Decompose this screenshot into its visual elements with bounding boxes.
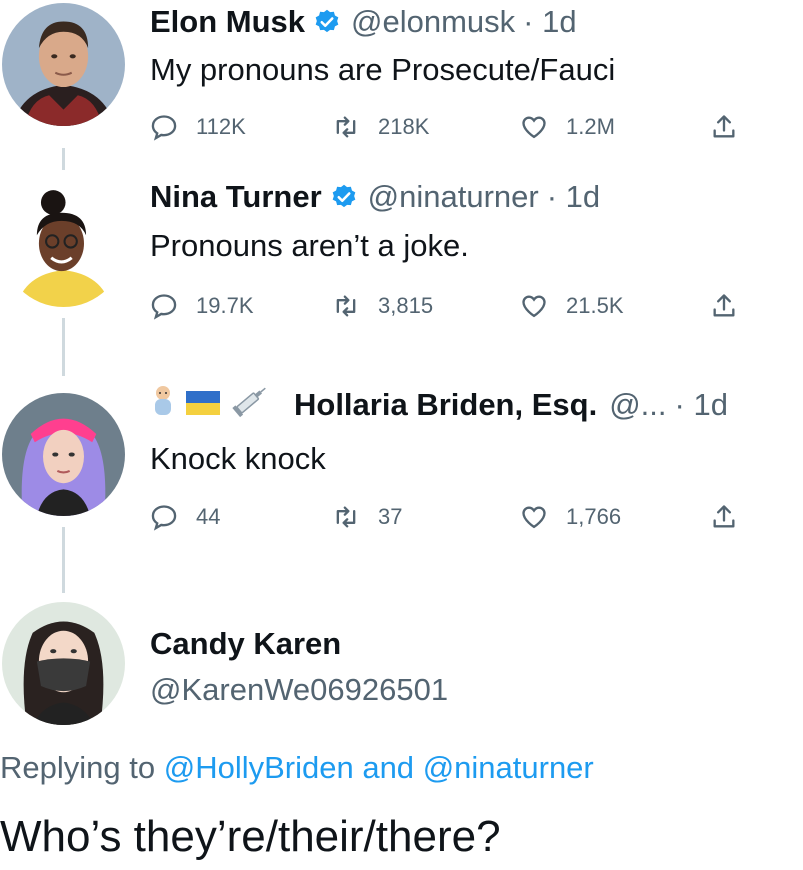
- replying-prefix: Replying to: [0, 750, 156, 785]
- user-name[interactable]: Elon Musk: [150, 4, 305, 40]
- tweet-header: Elon Musk @elonmusk · 1d: [150, 0, 577, 44]
- like-count: 1.2M: [566, 114, 615, 139]
- avatar[interactable]: [2, 184, 125, 307]
- verified-badge-icon: [313, 8, 341, 36]
- tweet-time[interactable]: · 1d: [523, 4, 576, 40]
- user-name[interactable]: Candy Karen: [150, 626, 341, 662]
- tweet-actions: 112K 218K 1.2M: [150, 113, 750, 149]
- tweet-text: My pronouns are Prosecute/Fauci: [150, 52, 616, 87]
- reply-icon: [151, 505, 177, 531]
- name-emojis: [150, 384, 280, 426]
- tweet-actions: 19.7K 3,815 21.5K: [150, 292, 750, 328]
- like-button[interactable]: 21.5K: [520, 292, 624, 320]
- retweet-icon: [336, 116, 356, 138]
- reply-button[interactable]: 44: [150, 503, 220, 531]
- ukraine-flag-icon: [186, 387, 220, 423]
- tweet-header: Nina Turner @ninaturner · 1d: [150, 175, 600, 219]
- reply-icon: [151, 115, 177, 141]
- retweet-icon: [336, 506, 356, 528]
- share-icon: [713, 294, 735, 317]
- user-handle[interactable]: @elonmusk: [351, 4, 515, 40]
- retweet-count: 218K: [378, 114, 430, 139]
- replying-to: Replying to @HollyBriden and @ninaturner: [0, 750, 594, 786]
- retweet-button[interactable]: 218K: [332, 113, 429, 141]
- thread-line: [62, 527, 65, 593]
- user-handle[interactable]: @ninaturner: [368, 179, 539, 215]
- thread-line: [62, 148, 65, 170]
- like-button[interactable]: 1.2M: [520, 113, 615, 141]
- heart-icon: [522, 116, 546, 139]
- heart-icon: [522, 295, 546, 318]
- tweet-text: Pronouns aren’t a joke.: [150, 228, 469, 263]
- mention-joiner: and: [362, 750, 415, 785]
- reply-button[interactable]: 19.7K: [150, 292, 254, 320]
- reply-button[interactable]: 112K: [150, 113, 246, 141]
- thread-line: [62, 318, 65, 376]
- like-count: 21.5K: [566, 293, 624, 318]
- share-button[interactable]: [710, 292, 756, 320]
- avatar[interactable]: [2, 3, 125, 126]
- like-button[interactable]: 1,766: [520, 503, 621, 531]
- heart-icon: [522, 506, 546, 529]
- share-icon: [713, 505, 735, 528]
- share-button[interactable]: [710, 113, 756, 141]
- share-icon: [713, 115, 735, 138]
- tweet-header: Candy Karen: [150, 622, 341, 666]
- tweet-time[interactable]: · 1d: [675, 387, 728, 423]
- retweet-button[interactable]: 3,815: [332, 292, 433, 320]
- reply-count: 19.7K: [196, 293, 254, 318]
- reply-text: Who’s they’re/their/there?: [0, 812, 501, 861]
- tweet-text: Knock knock: [150, 441, 326, 476]
- syringe-icon: [230, 384, 270, 426]
- tweet-header: Hollaria Briden, Esq. @... · 1d: [150, 383, 728, 427]
- user-name[interactable]: Nina Turner: [150, 179, 322, 215]
- user-name[interactable]: Hollaria Briden, Esq.: [294, 387, 597, 423]
- verified-badge-icon: [330, 183, 358, 211]
- retweet-button[interactable]: 37: [332, 503, 402, 531]
- reply-count: 112K: [196, 114, 246, 139]
- user-handle[interactable]: @...: [609, 387, 666, 423]
- mention-link[interactable]: @HollyBriden: [164, 750, 354, 785]
- reply-count: 44: [196, 504, 221, 529]
- avatar[interactable]: [2, 602, 125, 725]
- like-count: 1,766: [566, 504, 622, 529]
- tweet-actions: 44 37 1,766: [150, 503, 750, 539]
- reply-icon: [151, 294, 177, 320]
- retweet-count: 3,815: [378, 293, 434, 318]
- avatar[interactable]: [2, 393, 125, 516]
- share-button[interactable]: [710, 503, 756, 531]
- tweet-time[interactable]: · 1d: [547, 179, 600, 215]
- baby-icon: [150, 384, 176, 426]
- user-handle[interactable]: @KarenWe06926501: [150, 672, 448, 708]
- retweet-icon: [336, 295, 356, 317]
- mention-link[interactable]: @ninaturner: [423, 750, 594, 785]
- retweet-count: 37: [378, 504, 403, 529]
